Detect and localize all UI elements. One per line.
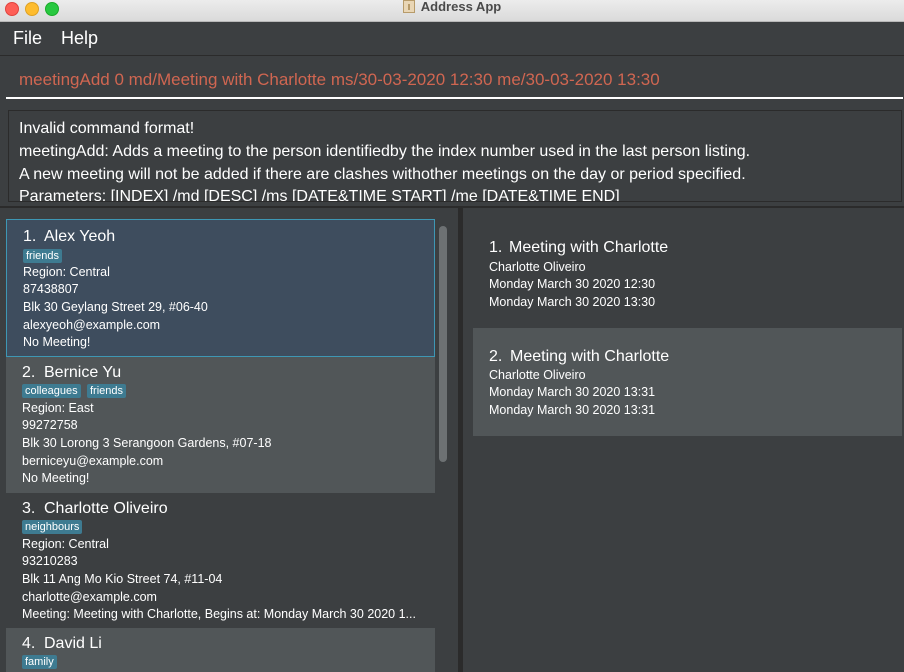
meeting-card[interactable]: 2. Meeting with Charlotte Charlotte Oliv… [473, 328, 902, 436]
menu-bar: File Help [0, 22, 904, 56]
result-line: A new meeting will not be added if there… [19, 166, 746, 183]
meeting-title: Meeting with Charlotte [510, 348, 670, 365]
window-title-bar: Address App [0, 0, 904, 22]
person-card[interactable]: 4. David Li family [6, 628, 435, 672]
meeting-end: Monday March 30 2020 13:30 [489, 295, 656, 309]
person-index: 2. [22, 364, 36, 381]
person-name: Charlotte Oliveiro [44, 500, 168, 517]
person-phone: 99272758 [22, 418, 78, 432]
result-line: meetingAdd: Adds a meeting to the person… [19, 143, 751, 160]
person-email: charlotte@example.com [22, 590, 157, 604]
person-tag: friends [87, 384, 127, 398]
result-display: Invalid command format! meetingAdd: Adds… [8, 110, 902, 202]
person-index: 3. [22, 500, 36, 517]
meeting-title: Meeting with Charlotte [509, 239, 669, 256]
meeting-index: 1. [489, 239, 503, 256]
person-meeting: No Meeting! [22, 471, 90, 485]
person-tag: neighbours [22, 520, 83, 534]
meeting-start: Monday March 30 2020 12:30 [489, 277, 656, 291]
person-tag: family [22, 655, 57, 669]
person-address: Blk 30 Lorong 3 Serangoon Gardens, #07-1… [22, 436, 272, 450]
person-name: Bernice Yu [44, 364, 122, 381]
person-address: Blk 11 Ang Mo Kio Street 74, #11-04 [22, 572, 223, 586]
meeting-person: Charlotte Oliveiro [489, 260, 586, 274]
person-phone: 87438807 [23, 282, 79, 296]
meeting-end: Monday March 30 2020 13:31 [489, 403, 656, 417]
person-region: Region: Central [23, 265, 110, 279]
menu-help[interactable]: Help [61, 28, 98, 49]
person-card[interactable]: 2. Bernice Yu colleagues friends Region:… [6, 357, 435, 493]
person-region: Region: East [22, 401, 94, 415]
person-email: alexyeoh@example.com [23, 318, 161, 332]
person-list[interactable]: 1. Alex Yeoh friends Region: Central 874… [6, 219, 435, 672]
meeting-index: 2. [489, 348, 503, 365]
meeting-person: Charlotte Oliveiro [489, 368, 586, 382]
menu-file[interactable]: File [13, 28, 42, 49]
person-index: 4. [22, 635, 36, 652]
person-card[interactable]: 3. Charlotte Oliveiro neighbours Region:… [6, 493, 435, 628]
result-line: Invalid command format! [19, 120, 195, 137]
person-phone: 93210283 [22, 554, 78, 568]
person-meeting: No Meeting! [23, 335, 91, 349]
person-index: 1. [23, 228, 37, 245]
person-meeting: Meeting: Meeting with Charlotte, Begins … [22, 607, 416, 621]
person-name: Alex Yeoh [44, 228, 116, 245]
person-address: Blk 30 Geylang Street 29, #06-40 [23, 300, 208, 314]
person-name: David Li [44, 635, 102, 652]
command-input[interactable]: meetingAdd 0 md/Meeting with Charlotte m… [6, 62, 903, 99]
window-title-text: Address App [420, 0, 502, 14]
person-tag: colleagues [22, 384, 81, 398]
result-line: Parameters: [INDEX] /md [DESC] /ms [DATE… [19, 188, 620, 202]
person-region: Region: Central [22, 537, 109, 551]
app-icon [402, 0, 415, 13]
meeting-start: Monday March 30 2020 13:31 [489, 385, 656, 399]
window-title: Address App [0, 0, 904, 16]
person-tag: friends [23, 249, 63, 263]
person-card[interactable]: 1. Alex Yeoh friends Region: Central 874… [6, 219, 435, 357]
person-email: berniceyu@example.com [22, 454, 164, 468]
meeting-card[interactable]: 1. Meeting with Charlotte Charlotte Oliv… [473, 220, 902, 328]
person-list-scrollbar-thumb[interactable] [439, 226, 447, 462]
command-input-text[interactable]: meetingAdd 0 md/Meeting with Charlotte m… [19, 70, 660, 90]
